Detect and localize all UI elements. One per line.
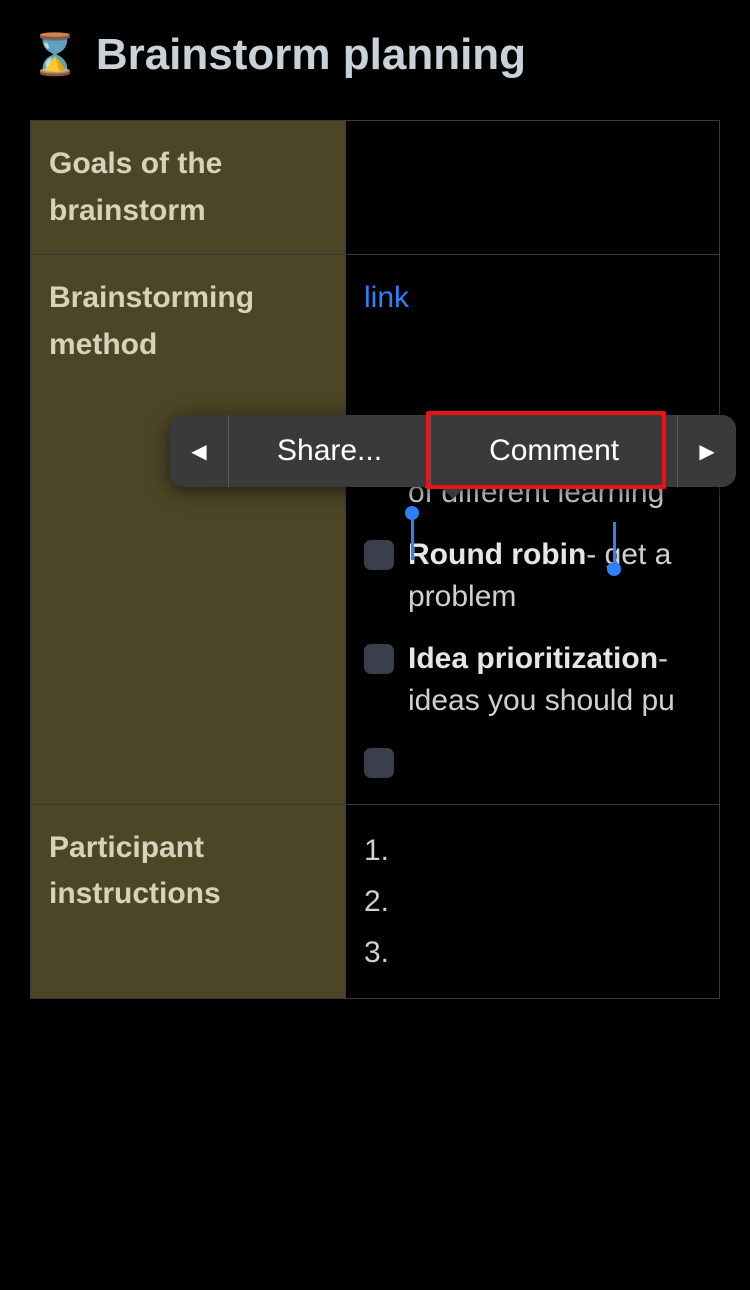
row-header-instructions: Participant instructions (31, 804, 346, 998)
page-title-row: ⌛ Brainstorm planning (30, 30, 720, 80)
checkbox-icon[interactable] (364, 644, 394, 674)
row-header-goals: Goals of the brainstorm (31, 121, 346, 255)
check-text: Round robin- get a problem (408, 534, 701, 618)
method-checklist: Silent circuit- run a of different learn… (364, 340, 701, 778)
method-link[interactable]: link (364, 281, 409, 314)
cell-instructions[interactable]: 1. 2. 3. (346, 804, 720, 998)
row-header-method: Brainstorming method (31, 255, 346, 805)
table-row: Brainstorming method link Silent circuit… (31, 255, 720, 805)
menu-pointer-icon (439, 485, 467, 499)
share-button[interactable]: Share... (229, 415, 430, 487)
table-row: Participant instructions 1. 2. 3. (31, 804, 720, 998)
table-row: Goals of the brainstorm (31, 121, 720, 255)
list-item[interactable] (364, 742, 701, 778)
ordered-item[interactable]: 1. (364, 825, 701, 876)
planning-table: Goals of the brainstorm Brainstorming me… (30, 120, 720, 999)
selection-start-caret[interactable] (411, 516, 414, 560)
list-item[interactable]: Idea prioritization- ideas you should pu (364, 638, 701, 722)
chevron-right-icon: ▶ (699, 439, 714, 464)
list-item[interactable]: Round robin- get a problem (364, 534, 701, 618)
selection-end-caret[interactable] (613, 522, 616, 566)
check-text: Idea prioritization- ideas you should pu (408, 638, 701, 722)
menu-prev-button[interactable]: ◀ (170, 415, 228, 487)
menu-next-button[interactable]: ▶ (678, 415, 736, 487)
chevron-left-icon: ◀ (191, 439, 206, 464)
cell-method[interactable]: link Silent circuit- run a of different … (346, 255, 720, 805)
ordered-item[interactable]: 2. (364, 876, 701, 927)
ordered-item[interactable]: 3. (364, 927, 701, 978)
context-menu: ◀ Share... Comment ▶ (170, 415, 736, 487)
hourglass-icon: ⌛ (30, 35, 80, 75)
cell-goals[interactable] (346, 121, 720, 255)
page-root: ⌛ Brainstorm planning Goals of the brain… (0, 0, 750, 999)
selection-end-handle[interactable] (607, 562, 621, 576)
selection-start-handle[interactable] (405, 506, 419, 520)
checkbox-icon[interactable] (364, 540, 394, 570)
comment-button[interactable]: Comment (431, 415, 677, 487)
checkbox-icon[interactable] (364, 748, 394, 778)
page-title: Brainstorm planning (96, 30, 526, 80)
